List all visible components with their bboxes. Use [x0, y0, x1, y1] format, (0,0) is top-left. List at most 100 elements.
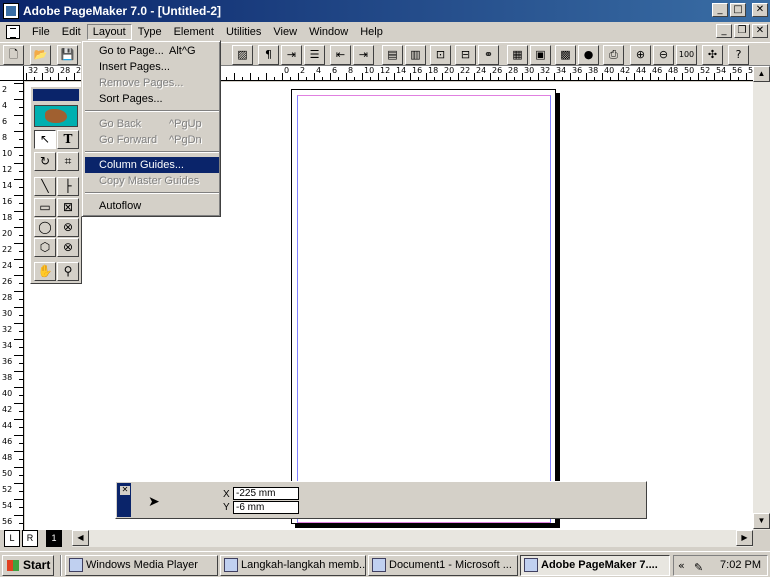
pen-tray-icon[interactable]: ✎ — [694, 558, 703, 577]
menu-go-to-page[interactable]: Go to Page... Alt^G — [85, 43, 219, 59]
kern-icon[interactable]: ⇥ — [281, 45, 302, 65]
task-word-document1[interactable]: Document1 - Microsoft ... — [368, 555, 518, 576]
constrained-line-tool-icon[interactable]: ├ — [57, 177, 79, 196]
vertical-scrollbar[interactable]: ▲ ▼ — [753, 66, 770, 530]
menu-column-guides[interactable]: Column Guides... — [85, 157, 219, 173]
menu-edit[interactable]: Edit — [56, 24, 87, 40]
doc-restore-button[interactable]: ❐ — [734, 24, 750, 38]
bullets-icon[interactable]: ☰ — [304, 45, 325, 65]
y-position-field[interactable]: -6 mm — [233, 501, 299, 514]
polygon-frame-tool-icon[interactable]: ⊗ — [57, 238, 79, 257]
rectangle-tool-icon[interactable]: ▭ — [34, 198, 56, 217]
control-palette-close-icon[interactable]: ✕ — [120, 486, 130, 495]
ruler-label: 10 — [364, 66, 375, 75]
new-icon[interactable]: 🗋 — [3, 45, 24, 65]
ruler-tick — [354, 77, 355, 80]
task-pagemaker[interactable]: Adobe PageMaker 7.... — [520, 555, 670, 576]
line-tool-icon[interactable]: ╲ — [34, 177, 56, 196]
media-icon[interactable]: ▩ — [555, 45, 576, 65]
zoom-out-icon[interactable]: ⊖ — [653, 45, 674, 65]
ruler-tick — [362, 73, 363, 80]
ruler-tick — [642, 77, 643, 80]
menu-file[interactable]: File — [26, 24, 56, 40]
scroll-left-button[interactable]: ◀ — [72, 530, 89, 546]
scroll-up-button[interactable]: ▲ — [753, 66, 770, 82]
ruler-tick — [666, 73, 667, 80]
rotate-tool-icon[interactable]: ↻ — [34, 152, 56, 171]
styles-icon[interactable]: ▤ — [382, 45, 403, 65]
left-master-page-tab[interactable]: L — [4, 530, 20, 547]
help-icon[interactable]: ? — [728, 45, 749, 65]
tray-expand-icon[interactable]: « — [678, 556, 685, 575]
crop-tool-icon[interactable]: ⌗ — [57, 152, 79, 171]
toolbox-title-bar[interactable] — [33, 89, 79, 101]
menu-autoflow[interactable]: Autoflow — [85, 198, 219, 214]
ruler-tick — [50, 77, 51, 80]
zoom-tool-icon[interactable]: ⚲ — [57, 262, 79, 281]
ruler-tick — [298, 73, 299, 80]
globe-icon[interactable]: ● — [578, 45, 599, 65]
scroll-right-button[interactable]: ▶ — [736, 530, 753, 546]
link-icon[interactable]: ⚭ — [478, 45, 499, 65]
place-icon[interactable]: ⊡ — [430, 45, 451, 65]
menu-insert-pages[interactable]: Insert Pages... — [85, 59, 219, 75]
ruler-label: 32 — [2, 325, 13, 334]
text-frame-icon[interactable]: ⊟ — [455, 45, 476, 65]
menu-view[interactable]: View — [267, 24, 303, 40]
document-page[interactable] — [291, 89, 556, 524]
document-icon[interactable] — [6, 24, 20, 39]
ruler-tick — [19, 459, 23, 460]
menu-utilities[interactable]: Utilities — [220, 24, 267, 40]
colors-icon[interactable]: ▥ — [405, 45, 426, 65]
rectangle-frame-tool-icon[interactable]: ⊠ — [57, 198, 79, 217]
picture-icon[interactable]: ▣ — [530, 45, 551, 65]
menu-type[interactable]: Type — [132, 24, 168, 40]
ellipse-frame-tool-icon[interactable]: ⊗ — [57, 218, 79, 237]
ruler-tick — [26, 73, 27, 80]
menu-layout[interactable]: Layout — [86, 23, 132, 40]
ruler-label: 22 — [2, 245, 13, 254]
task-word-langkah[interactable]: Langkah-langkah memb... — [220, 555, 366, 576]
page-1-tab[interactable]: 1 — [46, 530, 62, 547]
maximize-button[interactable]: □ — [730, 3, 746, 17]
task-media-player[interactable]: Windows Media Player — [65, 555, 218, 576]
pdf-icon[interactable]: ⎙ — [603, 45, 624, 65]
ruler-tick — [458, 73, 459, 80]
control-palette-title-bar[interactable]: ✕ — [117, 483, 131, 517]
ruler-tick — [474, 73, 475, 80]
menu-window[interactable]: Window — [303, 24, 354, 40]
menu-sort-pages[interactable]: Sort Pages... — [85, 91, 219, 107]
horizontal-scrollbar[interactable]: ◀ ▶ — [72, 530, 753, 547]
polygon-tool-icon[interactable]: ⬡ — [34, 238, 56, 257]
ruler-tick — [19, 427, 23, 428]
right-master-page-tab[interactable]: R — [22, 530, 38, 547]
ruler-tick — [19, 187, 23, 188]
hand-tool-icon[interactable]: ✋ — [34, 262, 56, 281]
open-icon[interactable]: 📂 — [30, 45, 51, 65]
vertical-ruler[interactable]: 2 4 6 8 10 12 14 16 18 20 22 24 26 28 30 32 34 36 38 40 42 44… — [0, 81, 24, 530]
ellipse-tool-icon[interactable]: ◯ — [34, 218, 56, 237]
start-button[interactable]: Start — [2, 555, 54, 576]
close-button[interactable]: ✕ — [752, 3, 768, 17]
scroll-down-button[interactable]: ▼ — [753, 513, 770, 529]
doc-minimize-button[interactable]: _ — [716, 24, 732, 38]
fit-icon[interactable]: ✣ — [702, 45, 723, 65]
app-icon[interactable] — [3, 3, 19, 19]
doc-close-button[interactable]: ✕ — [752, 24, 768, 38]
save-icon[interactable]: 💾 — [57, 45, 78, 65]
indent-right-icon[interactable]: ⇥ — [353, 45, 374, 65]
frame-icon[interactable]: ▨ — [232, 45, 253, 65]
clock[interactable]: 7:02 PM — [720, 556, 761, 575]
chart-icon[interactable]: ▦ — [507, 45, 528, 65]
actual-size-icon[interactable]: 100 — [676, 45, 697, 65]
zoom-in-icon[interactable]: ⊕ — [630, 45, 651, 65]
minimize-button[interactable]: _ — [712, 3, 728, 17]
ruler-origin[interactable] — [0, 66, 24, 81]
text-tool-icon[interactable]: T — [57, 130, 79, 149]
x-position-field[interactable]: -225 mm — [233, 487, 299, 500]
menu-element[interactable]: Element — [168, 24, 220, 40]
pilcrow-icon[interactable]: ¶ — [258, 45, 279, 65]
indent-left-icon[interactable]: ⇤ — [330, 45, 351, 65]
pointer-tool-icon[interactable]: ↖ — [34, 130, 56, 149]
menu-help[interactable]: Help — [354, 24, 389, 40]
